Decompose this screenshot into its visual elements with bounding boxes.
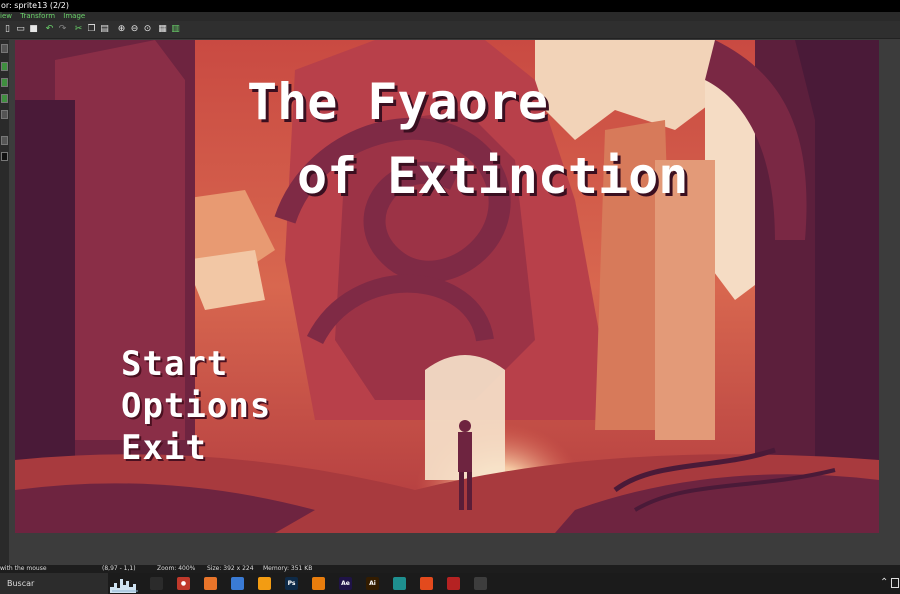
status-size: Size: 392 x 224 — [207, 565, 254, 572]
toolbar: ▯ ▭ ■ ↶ ↷ ✂ ❐ ▤ ⊕ ⊖ ⊙ ▦ ▥ — [0, 21, 900, 39]
save-icon[interactable]: ■ — [28, 24, 39, 35]
color-swatch-icon[interactable] — [1, 152, 8, 161]
illustrator-icon[interactable]: Ai — [366, 577, 379, 590]
sprite-canvas[interactable]: The Fyaore of Extinction Start Options E… — [15, 40, 879, 533]
undo-icon[interactable]: ↶ — [44, 24, 55, 35]
menu-item-view[interactable]: iew — [0, 12, 12, 20]
battery-icon[interactable] — [891, 578, 899, 588]
palette-tool-icon[interactable] — [1, 136, 8, 145]
app-orange-icon[interactable] — [258, 577, 271, 590]
select-tool-icon[interactable] — [1, 78, 8, 87]
menu-start[interactable]: Start — [121, 344, 228, 384]
tool-strip — [0, 40, 9, 565]
after-effects-icon[interactable]: Ae — [339, 577, 352, 590]
redo-icon[interactable]: ↷ — [57, 24, 68, 35]
menu-options[interactable]: Options — [121, 386, 271, 426]
aseprite-icon[interactable] — [474, 577, 487, 590]
app-blue-icon[interactable] — [231, 577, 244, 590]
menu-bar: iew Transform Image — [0, 12, 900, 21]
menu-item-transform[interactable]: Transform — [20, 12, 55, 20]
status-zoom: Zoom: 400% — [157, 565, 196, 572]
firefox-icon[interactable] — [204, 577, 217, 590]
window-title: or: sprite13 (2/2) — [0, 0, 900, 12]
new-icon[interactable]: ▯ — [2, 24, 13, 35]
pencil-tool-icon[interactable] — [1, 44, 8, 53]
task-view-icon[interactable] — [150, 577, 163, 590]
game-title-line2: of Extinction — [297, 147, 689, 205]
status-hint: with the mouse — [0, 565, 47, 572]
fill-tool-icon[interactable] — [1, 62, 8, 71]
status-memory: Memory: 351 KB — [263, 565, 313, 572]
menu-exit[interactable]: Exit — [121, 428, 207, 468]
blender-icon[interactable] — [312, 577, 325, 590]
zoom-out-icon[interactable]: ⊖ — [129, 24, 140, 35]
app-teal-icon[interactable] — [393, 577, 406, 590]
taskbar-search[interactable]: Buscar — [0, 573, 108, 594]
search-label: Buscar — [7, 579, 35, 588]
open-icon[interactable]: ▭ — [15, 24, 26, 35]
photoshop-icon[interactable]: Ps — [285, 577, 298, 590]
brave-icon[interactable] — [420, 577, 433, 590]
tiled-icon[interactable]: ▥ — [170, 24, 181, 35]
cut-icon[interactable]: ✂ — [73, 24, 84, 35]
eraser-tool-icon[interactable] — [1, 110, 8, 119]
game-title-line1: The Fyaore — [247, 73, 549, 131]
status-coords: (8,97 - 1,1) — [102, 565, 136, 572]
copy-icon[interactable]: ❐ — [86, 24, 97, 35]
status-bar: with the mouse (8,97 - 1,1) Zoom: 400% S… — [0, 565, 900, 573]
chevron-up-icon[interactable]: ⌃ — [880, 577, 888, 588]
menu-item-image[interactable]: Image — [63, 12, 85, 20]
zoom-in-icon[interactable]: ⊕ — [116, 24, 127, 35]
paste-icon[interactable]: ▤ — [99, 24, 110, 35]
record-icon[interactable]: ● — [177, 577, 190, 590]
city-widget-icon[interactable] — [108, 575, 142, 593]
hand-tool-icon[interactable] — [1, 94, 8, 103]
grid-icon[interactable]: ▦ — [157, 24, 168, 35]
app-red-icon[interactable] — [447, 577, 460, 590]
zoom-fit-icon[interactable]: ⊙ — [142, 24, 153, 35]
taskbar: Buscar ● Ps Ae Ai ⌃ — [0, 573, 900, 594]
